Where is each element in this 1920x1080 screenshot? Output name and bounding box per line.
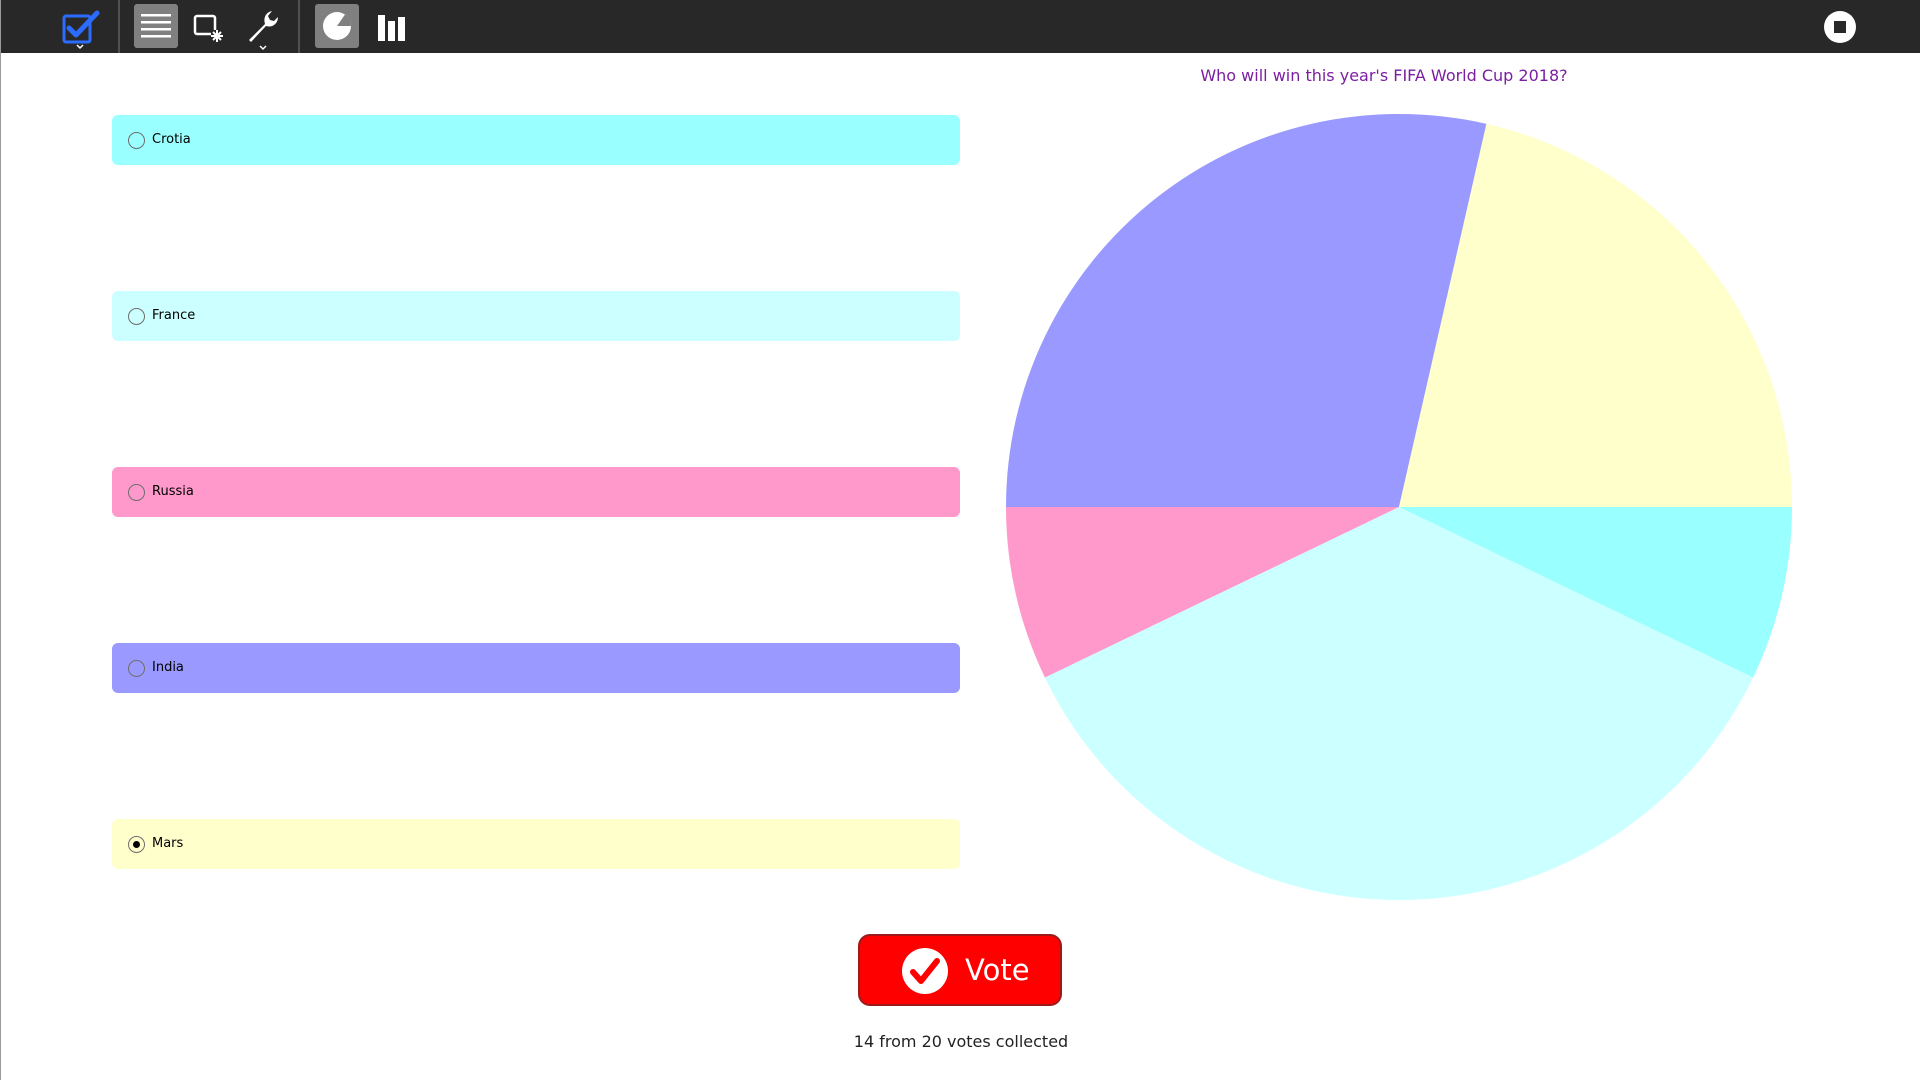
menu-icon[interactable] (134, 4, 178, 48)
screen-select-icon[interactable] (189, 8, 229, 46)
option-label: France (152, 308, 196, 323)
vote-button-label: Vote (965, 953, 1030, 987)
vote-status: 14 from 20 votes collected (853, 1032, 1069, 1051)
option-label: Mars (152, 836, 184, 851)
toolbar (1, 0, 1920, 53)
option-label: Crotia (152, 132, 191, 147)
option-radio[interactable] (128, 660, 145, 677)
option-row-france[interactable]: France (112, 291, 960, 341)
checkmark-icon (902, 948, 948, 994)
wrench-icon[interactable] (241, 6, 285, 52)
option-row-india[interactable]: India (112, 643, 960, 693)
option-row-crotia[interactable]: Crotia (112, 115, 960, 165)
option-label: India (152, 660, 184, 675)
toolbar-separator (298, 0, 300, 53)
poll-checkbox-icon[interactable] (59, 8, 103, 50)
option-label: Russia (152, 484, 194, 499)
chart-title: Who will win this year's FIFA World Cup … (1200, 66, 1568, 85)
pie-chart (1006, 113, 1792, 900)
option-radio[interactable] (128, 132, 145, 149)
pie-chart-view-icon[interactable] (315, 4, 359, 48)
option-row-mars[interactable]: Mars (112, 819, 960, 869)
bar-chart-view-icon[interactable] (371, 8, 411, 46)
vote-button[interactable]: Vote (858, 934, 1062, 1006)
stop-icon[interactable] (1821, 8, 1859, 46)
option-radio[interactable] (128, 484, 145, 501)
option-radio[interactable] (128, 308, 145, 325)
option-radio-selected[interactable] (128, 836, 145, 853)
toolbar-separator (118, 0, 120, 53)
poll-window: Crotia France Russia India Mars Who will… (0, 0, 1920, 1080)
option-row-russia[interactable]: Russia (112, 467, 960, 517)
